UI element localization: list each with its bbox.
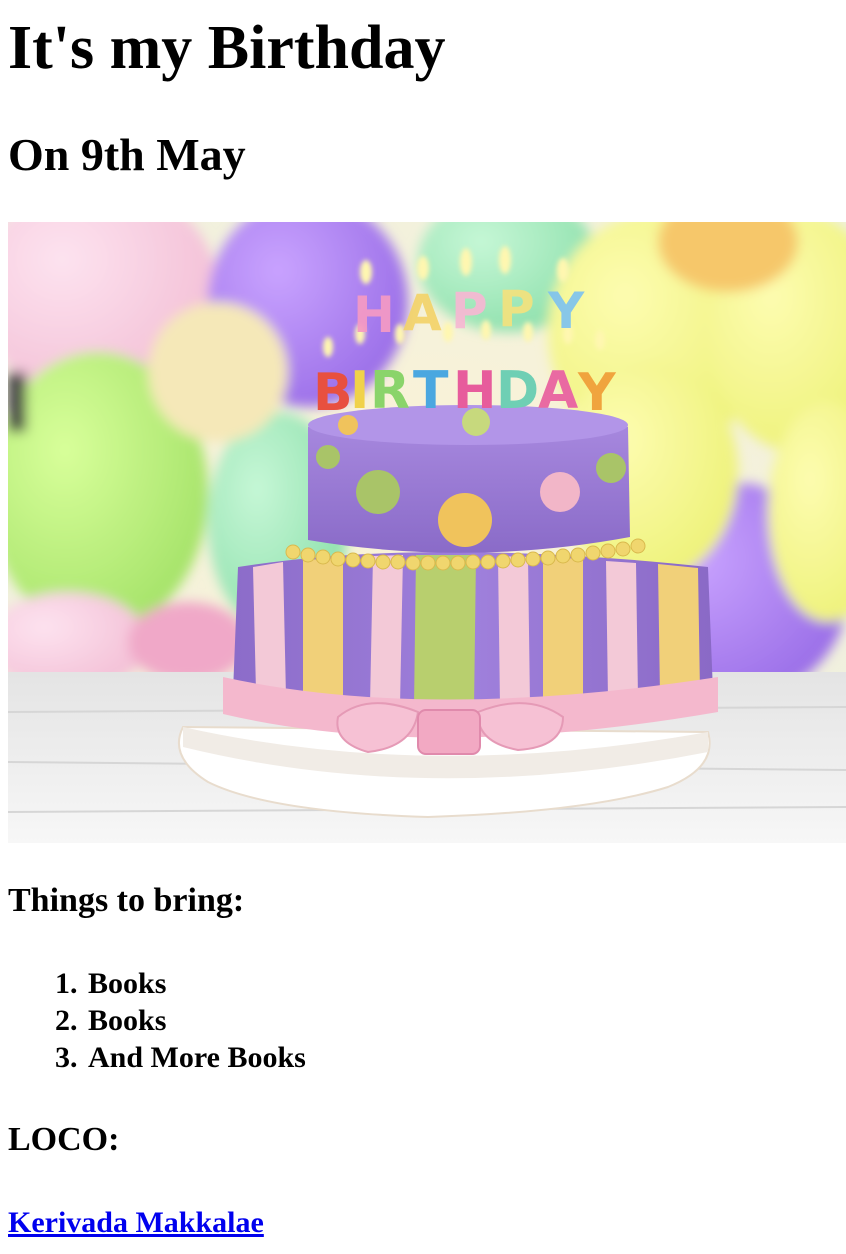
location-heading: LOCO: — [8, 1121, 120, 1158]
list-item-text: Books — [88, 1004, 167, 1037]
svg-text:R: R — [370, 361, 410, 421]
birthday-cake-image: H A P P Y B I R T H D A Y — [8, 222, 846, 843]
svg-text:A: A — [403, 284, 442, 342]
list-item-number: 1. — [55, 967, 78, 1000]
svg-text:P: P — [451, 282, 488, 340]
svg-text:P: P — [498, 280, 535, 338]
svg-text:Y: Y — [547, 282, 585, 340]
svg-text:A: A — [538, 361, 578, 421]
svg-text:D: D — [496, 361, 539, 421]
svg-text:B: B — [313, 363, 353, 423]
svg-text:H: H — [353, 286, 395, 344]
svg-text:H: H — [453, 361, 497, 421]
svg-text:Y: Y — [577, 363, 617, 423]
birthday-date: On 9th May — [8, 129, 246, 180]
list-item-number: 3. — [55, 1041, 78, 1074]
svg-text:T: T — [413, 361, 449, 421]
location-link[interactable]: Kerivada Makkalae — [8, 1203, 264, 1243]
page: It's my Birthday On 9th May H A P P Y B … — [0, 0, 846, 1254]
page-title: It's my Birthday — [8, 14, 446, 82]
list-item-text: Books — [88, 967, 167, 1000]
svg-text:I: I — [350, 361, 369, 421]
list-item-text: And More Books — [88, 1041, 306, 1074]
things-to-bring-heading: Things to bring: — [8, 882, 245, 919]
list-item-number: 2. — [55, 1004, 78, 1037]
